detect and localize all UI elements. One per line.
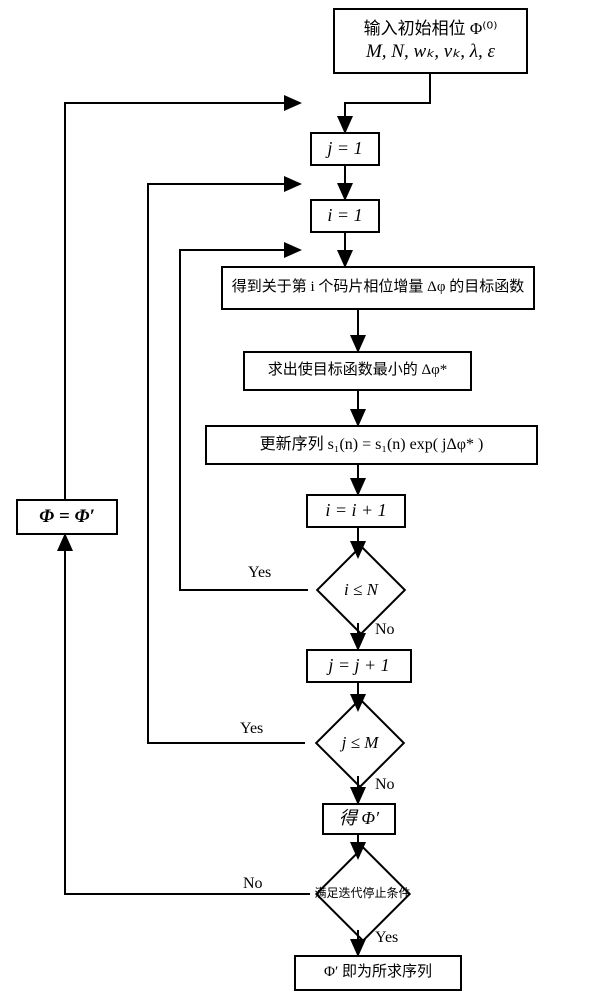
- input-line2: M, N, wₖ, vₖ, λ, ε: [366, 40, 495, 65]
- box-result: Φ′ 即为所求序列: [294, 955, 462, 991]
- box-phi-eq-phiprime: Φ = Φ′: [16, 499, 118, 535]
- box-inc-i: i = i + 1: [306, 494, 406, 528]
- box-update-seq: 更新序列 s₁(n) = s₁(n) exp( jΔφ* ): [205, 425, 538, 465]
- box-inc-j: j = j + 1: [306, 649, 412, 683]
- box-minimize: 求出使目标函数最小的 Δφ*: [243, 351, 472, 391]
- box-input: 输入初始相位 Φ⁽⁰⁾ M, N, wₖ, vₖ, λ, ε: [333, 8, 528, 74]
- box-objective: 得到关于第 i 个码片相位增量 Δφ 的目标函数: [221, 266, 535, 310]
- label-no-2: No: [375, 776, 395, 794]
- input-line1: 输入初始相位 Φ⁽⁰⁾: [364, 18, 498, 40]
- diamond-iN-label: i ≤ N: [308, 557, 414, 623]
- label-no-3: No: [243, 875, 263, 893]
- label-yes-2: Yes: [240, 720, 263, 738]
- diamond-jM-label: j ≤ M: [305, 710, 415, 776]
- label-yes-1: Yes: [248, 564, 271, 582]
- diamond-j-le-M: j ≤ M: [305, 710, 415, 776]
- label-yes-3: Yes: [375, 929, 398, 947]
- diamond-i-le-N: i ≤ N: [308, 557, 414, 623]
- box-get-phi: 得 Φ′: [322, 803, 396, 835]
- label-no-1: No: [375, 621, 395, 639]
- diamond-stop-cond: 满足迭代停止条件: [310, 858, 415, 930]
- box-i-eq-1: i = 1: [310, 199, 380, 233]
- diamond-stop-label: 满足迭代停止条件: [310, 858, 415, 930]
- box-j-eq-1: j = 1: [310, 132, 380, 166]
